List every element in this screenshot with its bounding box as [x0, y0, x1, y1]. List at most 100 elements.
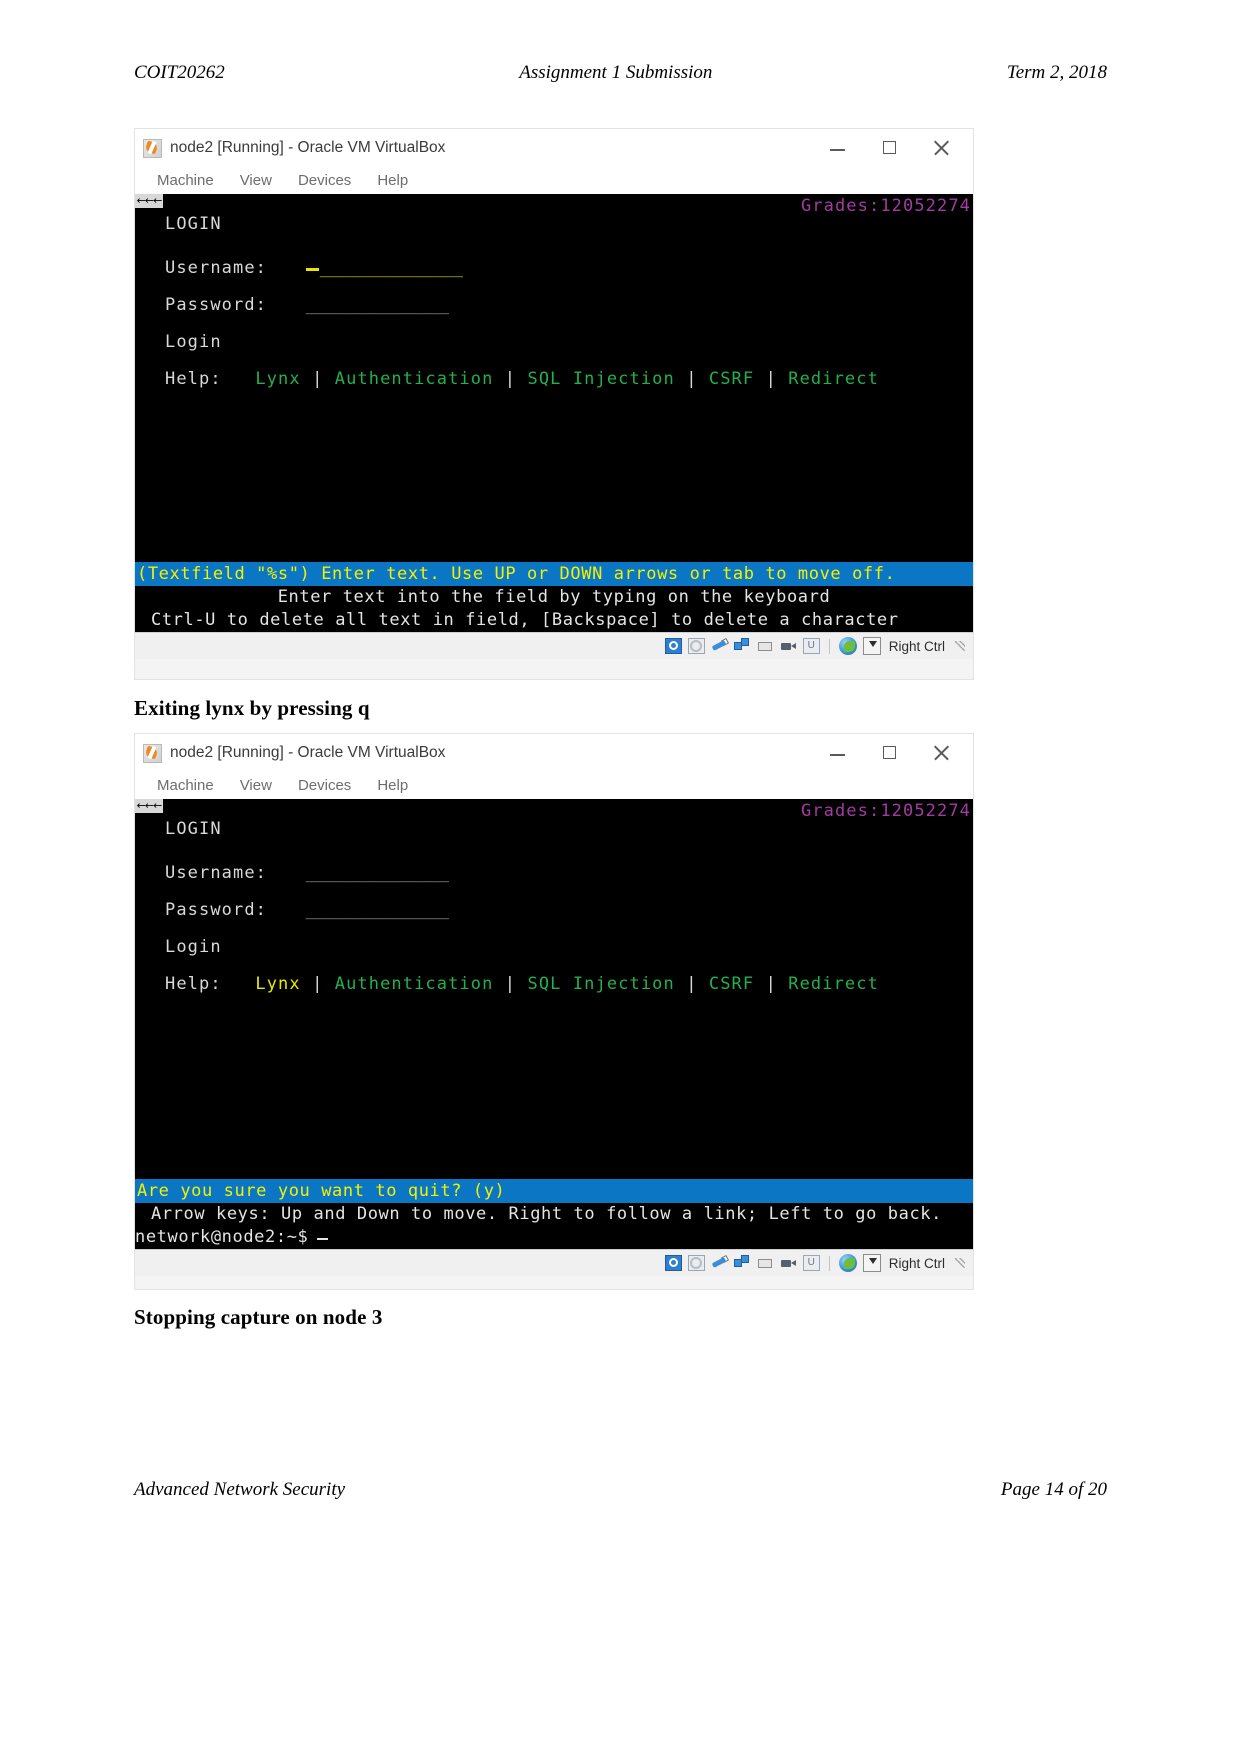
username-input-1[interactable]: ______________: [320, 260, 463, 277]
shared-folders-icon[interactable]: [757, 638, 774, 654]
help-link-sql-injection-1[interactable]: SQL Injection: [527, 369, 674, 389]
menu-item-devices[interactable]: Devices: [298, 172, 351, 189]
grades-title-2: Grades:12052274: [800, 801, 971, 821]
username-label-2: Username:: [165, 863, 268, 883]
menu-item-machine[interactable]: Machine: [157, 172, 214, 189]
shell-prompt-text: network@node2:~$: [135, 1227, 309, 1247]
link-separator-2a: |: [312, 974, 324, 994]
optical-disk-icon[interactable]: [687, 638, 705, 654]
help-link-lynx-2[interactable]: Lynx: [255, 974, 300, 994]
menu-item-view[interactable]: View: [240, 172, 272, 189]
vm-guest-screen-2[interactable]: ←←← Grades:12052274 LOGIN Username: ____…: [135, 799, 973, 1249]
scroll-back-marker-1: ←←←: [135, 194, 163, 208]
video-capture-icon-2[interactable]: [780, 1255, 797, 1271]
login-submit-2[interactable]: Login: [165, 939, 973, 976]
cpu-icon-2[interactable]: [802, 1255, 820, 1271]
minimize-icon[interactable]: [827, 137, 849, 159]
titlebar-1: node2 [Running] - Oracle VM VirtualBox: [135, 129, 973, 167]
help-label-1: Help:: [165, 369, 222, 389]
caption-exiting-lynx: Exiting lynx by pressing q: [134, 696, 370, 720]
lynx-hint-line-1: Enter text into the field by typing on t…: [277, 587, 831, 607]
username-row-2: Username: ______________: [165, 865, 973, 902]
menu-item-machine-2[interactable]: Machine: [157, 777, 214, 794]
link-separator-1b: |: [504, 369, 517, 389]
shell-cursor: [317, 1238, 329, 1240]
text-cursor-1: [305, 268, 319, 271]
help-links-row-1: Help: Lynx | Authentication | SQL Inject…: [165, 371, 973, 408]
host-key-label-1: Right Ctrl: [888, 638, 945, 654]
username-label-1: Username:: [165, 258, 268, 278]
vm-statusbar-2: Right Ctrl: [135, 1249, 973, 1276]
password-input-2[interactable]: ______________: [306, 902, 449, 919]
network-icon[interactable]: [733, 638, 751, 654]
menu-item-help-2[interactable]: Help: [377, 777, 408, 794]
help-link-redirect-1[interactable]: Redirect: [788, 369, 879, 389]
lynx-arrow-hint: Arrow keys: Up and Down to move. Right t…: [151, 1204, 942, 1224]
maximize-icon[interactable]: [879, 137, 901, 159]
help-link-authentication-2[interactable]: Authentication: [335, 974, 494, 994]
optical-disk-icon-2[interactable]: [687, 1255, 705, 1271]
menubar-2: Machine View Devices Help: [135, 772, 973, 799]
grades-title-1: Grades:12052274: [800, 196, 971, 216]
header-term: Term 2, 2018: [1006, 62, 1107, 83]
help-link-authentication-1[interactable]: Authentication: [335, 369, 494, 389]
link-separator-2d: |: [765, 974, 777, 994]
footer-page-number: Page 14 of 20: [1000, 1479, 1107, 1500]
menu-item-view-2[interactable]: View: [240, 777, 272, 794]
menu-item-help[interactable]: Help: [377, 172, 408, 189]
password-label-2: Password:: [165, 900, 268, 920]
help-link-csrf-1[interactable]: CSRF: [709, 369, 754, 389]
host-key-icon: [862, 637, 881, 655]
username-input-2[interactable]: ______________: [306, 865, 449, 882]
close-icon-2[interactable]: [931, 742, 953, 764]
shared-folders-icon-2[interactable]: [757, 1255, 774, 1271]
host-key-label-2: Right Ctrl: [888, 1255, 945, 1271]
statusbar-divider-2: [828, 1255, 830, 1271]
resize-grip-1[interactable]: [955, 641, 965, 651]
header-course-code: COIT20262: [134, 62, 225, 83]
password-input-1[interactable]: ______________: [306, 297, 449, 314]
hard-disk-icon-2[interactable]: [664, 1255, 682, 1271]
lynx-quit-prompt: Are you sure you want to quit? (y): [135, 1179, 973, 1203]
resize-grip-2[interactable]: [955, 1258, 965, 1268]
virtualbox-window-2: node2 [Running] - Oracle VM VirtualBox M…: [134, 733, 974, 1290]
network-icon-2[interactable]: [733, 1255, 751, 1271]
cpu-icon[interactable]: [802, 638, 820, 654]
globe-icon: [838, 637, 857, 655]
login-heading-2: LOGIN: [165, 819, 222, 839]
lynx-status-block-1: (Textfield "%s") Enter text. Use UP or D…: [135, 562, 973, 632]
link-separator-2b: |: [504, 974, 517, 994]
close-icon[interactable]: [931, 137, 953, 159]
maximize-icon-2[interactable]: [879, 742, 901, 764]
window-title-2: node2 [Running] - Oracle VM VirtualBox: [170, 744, 446, 761]
login-submit-1[interactable]: Login: [165, 334, 973, 371]
help-link-lynx-1[interactable]: Lynx: [255, 369, 300, 389]
help-link-sql-injection-2[interactable]: SQL Injection: [527, 974, 674, 994]
minimize-icon-2[interactable]: [827, 742, 849, 764]
document-footer: Advanced Network Security Page 14 of 20: [134, 1479, 1107, 1501]
document-header: COIT20262 Assignment 1 Submission Term 2…: [134, 62, 1107, 84]
lynx-page-content-2: LOGIN Username: ______________ Password:…: [135, 799, 973, 1013]
usb-icon-2[interactable]: [711, 1255, 728, 1271]
link-separator-1a: |: [312, 369, 324, 389]
window-title-1: node2 [Running] - Oracle VM VirtualBox: [170, 139, 446, 156]
help-link-redirect-2[interactable]: Redirect: [788, 974, 879, 994]
help-link-csrf-2[interactable]: CSRF: [709, 974, 754, 994]
lynx-status-message-1: (Textfield "%s") Enter text. Use UP or D…: [135, 562, 973, 586]
vm-guest-screen-1[interactable]: ←←← Grades:12052274 LOGIN Username: ____…: [135, 194, 973, 632]
menubar-1: Machine View Devices Help: [135, 167, 973, 194]
menu-item-devices-2[interactable]: Devices: [298, 777, 351, 794]
window-controls-1: [827, 129, 967, 167]
video-capture-icon[interactable]: [780, 638, 797, 654]
login-heading-1: LOGIN: [165, 214, 222, 234]
username-row-1: Username: ______________: [165, 260, 973, 297]
host-key-icon-2: [862, 1254, 881, 1272]
header-title: Assignment 1 Submission: [519, 62, 713, 83]
help-links-row-2: Help: Lynx | Authentication | SQL Inject…: [165, 976, 973, 1013]
statusbar-divider-1: [828, 638, 830, 654]
usb-icon[interactable]: [711, 638, 728, 654]
password-row-1: Password: ______________: [165, 297, 973, 334]
link-separator-1c: |: [686, 369, 698, 389]
hard-disk-icon[interactable]: [664, 638, 682, 654]
titlebar-2: node2 [Running] - Oracle VM VirtualBox: [135, 734, 973, 772]
